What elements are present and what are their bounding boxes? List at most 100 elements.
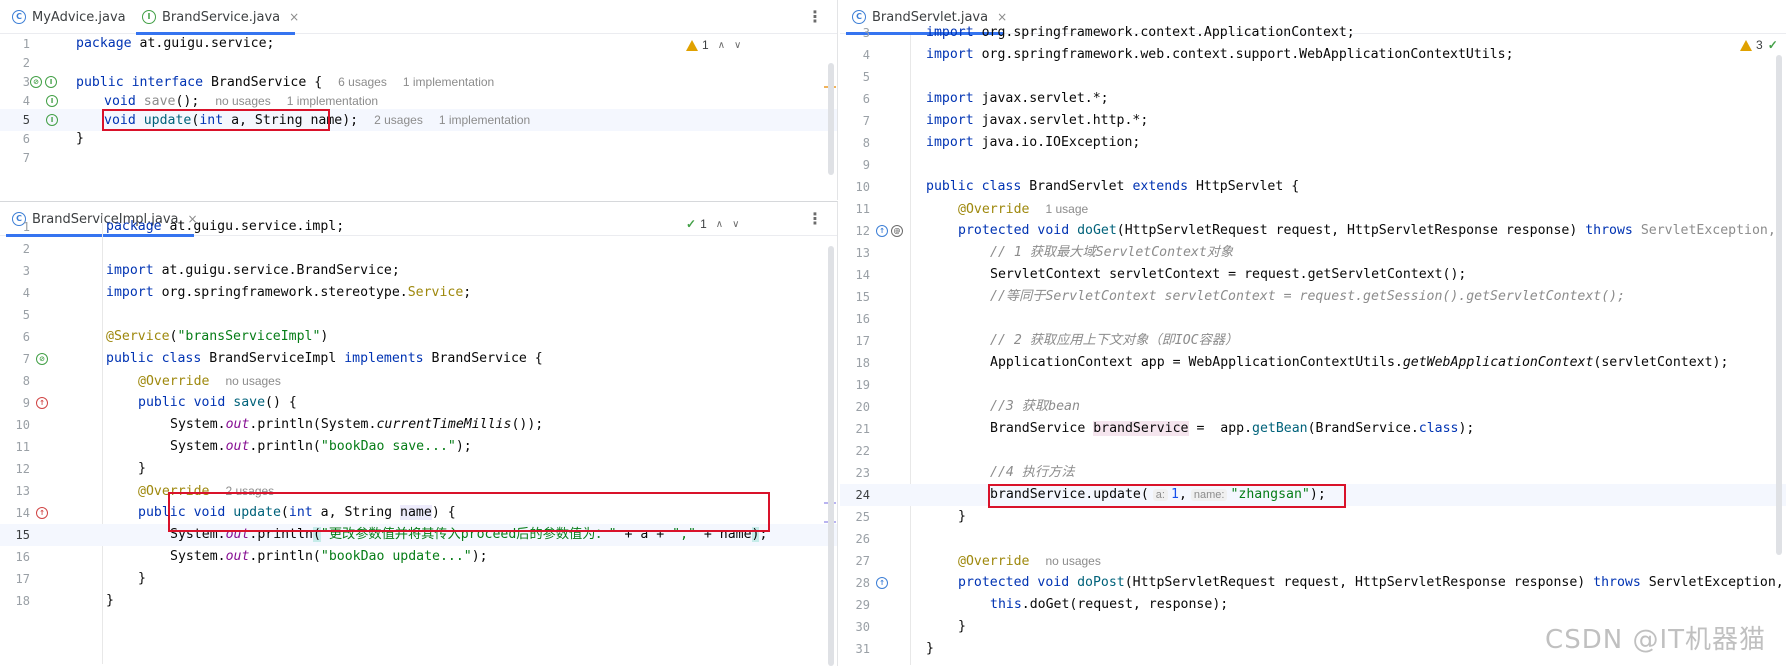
usages-hint[interactable]: 2 usages	[374, 113, 423, 127]
gutter-icons: ↑	[36, 392, 51, 414]
code-text: }	[138, 461, 146, 476]
no-implementation-icon[interactable]: ⊘	[30, 76, 42, 88]
code-line: 2	[0, 238, 837, 260]
code-line: 10 System.out.println(System.currentTime…	[0, 414, 837, 436]
code-line: 14 ↑ public void update(int a, String na…	[0, 502, 837, 524]
code-line: 4 import org.springframework.stereotype.…	[0, 282, 837, 304]
implementations-hint[interactable]: 1 implementation	[439, 113, 530, 127]
tab-brandservice[interactable]: I BrandService.java ×	[130, 0, 299, 35]
close-icon[interactable]: ×	[289, 10, 299, 24]
line-number: 24	[855, 488, 870, 502]
code-text: import java.io.IOException;	[926, 135, 1141, 150]
line-number: 7	[22, 151, 30, 165]
override-icon[interactable]: ↑	[36, 397, 48, 409]
param-hint: name:	[1190, 489, 1228, 501]
usages-hint[interactable]: 1 usage	[1045, 202, 1088, 216]
line-number: 19	[855, 378, 870, 392]
code-line: 17 // 2 获取应用上下文对象（即IOC容器）	[840, 330, 1786, 352]
code-line: 16 System.out.println("bookDao update...…	[0, 546, 837, 568]
usages-hint[interactable]: no usages	[225, 374, 280, 388]
line-number: 5	[862, 70, 870, 84]
code-text: }	[958, 509, 966, 524]
override-icon[interactable]: ↑	[876, 225, 888, 237]
code-line: 5	[0, 304, 837, 326]
line-number: 7	[22, 352, 30, 366]
code-line-current: 15 System.out.println("更改参数值并将其传入proceed…	[0, 524, 837, 546]
code-editor[interactable]: 1 package at.guigu.service.impl; 2 3 imp…	[0, 216, 837, 666]
code-line: 7 ⊘ public class BrandServiceImpl implem…	[0, 348, 837, 370]
code-line: 26	[840, 528, 1786, 550]
code-line: 3 import at.guigu.service.BrandService;	[0, 260, 837, 282]
code-comment: //4 执行方法	[990, 465, 1075, 480]
code-text: }	[958, 619, 966, 634]
code-line: 7 import javax.servlet.http.*;	[840, 110, 1786, 132]
code-comment: //等同于ServletContext servletContext = req…	[990, 289, 1626, 304]
implemented-icon[interactable]: I	[46, 95, 58, 107]
code-text: this.doGet(request, response);	[990, 597, 1229, 612]
code-editor[interactable]: 1 package at.guigu.service; 2 3 ⊘ I publ…	[0, 35, 837, 200]
line-number: 16	[15, 550, 30, 564]
code-line: 8 import java.io.IOException;	[840, 132, 1786, 154]
line-number: 3	[22, 264, 30, 278]
code-line: 20 //3 获取bean	[840, 396, 1786, 418]
code-text: }	[106, 593, 114, 608]
tab-myadvice[interactable]: C MyAdvice.java	[0, 0, 126, 34]
implemented-icon[interactable]: I	[46, 114, 58, 126]
watermark: CSDN @IT机器猫	[1545, 625, 1766, 655]
code-comment: //3 获取bean	[990, 399, 1080, 414]
line-number: 8	[862, 136, 870, 150]
code-text: System.out.println("bookDao update...");	[170, 549, 488, 564]
code-text: import at.guigu.service.BrandService;	[106, 263, 400, 278]
implementations-hint[interactable]: 1 implementation	[287, 94, 378, 108]
code-line: 12 }	[0, 458, 837, 480]
line-number: 17	[855, 334, 870, 348]
line-number: 29	[855, 598, 870, 612]
code-line: 11 @Override 1 usage	[840, 198, 1786, 220]
gutter-icons: ⊘	[36, 348, 51, 370]
vertical-scrollbar[interactable]	[1776, 55, 1782, 555]
code-line: 13 @Override 2 usages	[0, 480, 837, 502]
code-line: 10 public class BrandServlet extends Htt…	[840, 176, 1786, 198]
implemented-icon[interactable]: I	[45, 76, 57, 88]
code-line: 16	[840, 308, 1786, 330]
code-line: 9 ↑ public void save() {	[0, 392, 837, 414]
vertical-scrollbar[interactable]	[828, 246, 834, 666]
tab-bar: C MyAdvice.java I BrandService.java × ⋮	[0, 0, 837, 35]
code-text: @Service("bransServiceImpl")	[106, 329, 329, 344]
usages-hint[interactable]: 6 usages	[338, 75, 387, 89]
no-implementation-icon[interactable]: ⊘	[36, 353, 48, 365]
line-number: 8	[22, 374, 30, 388]
line-number: 3	[862, 26, 870, 40]
usages-hint[interactable]: no usages	[215, 94, 270, 108]
override-icon[interactable]: ↑	[36, 507, 48, 519]
at-icon[interactable]: @	[891, 225, 903, 237]
code-text: import javax.servlet.http.*;	[926, 113, 1149, 128]
line-number: 11	[15, 440, 30, 454]
code-text: System.out.println("bookDao save...");	[170, 439, 472, 454]
code-text: import org.springframework.web.context.s…	[926, 47, 1514, 62]
class-icon: C	[12, 10, 26, 24]
line-number: 26	[855, 532, 870, 546]
implementations-hint[interactable]: 1 implementation	[403, 75, 494, 89]
code-line: 19	[840, 374, 1786, 396]
line-number: 9	[22, 396, 30, 410]
code-text: public void update(int a, String name) {	[138, 505, 456, 520]
code-text: @Override no usages	[138, 374, 281, 389]
code-line: 6 @Service("bransServiceImpl")	[0, 326, 837, 348]
more-options-icon[interactable]: ⋮	[807, 7, 823, 26]
usages-hint[interactable]: no usages	[1045, 554, 1100, 568]
code-text: public class BrandServiceImpl implements…	[106, 351, 543, 366]
usages-hint[interactable]: 2 usages	[225, 484, 274, 498]
code-line-current: 24 brandService.update(a: 1, name: "zhangsa…	[840, 484, 1786, 506]
code-line: 22	[840, 440, 1786, 462]
override-icon[interactable]: ↑	[876, 577, 888, 589]
vertical-scrollbar[interactable]	[828, 63, 834, 175]
code-line: 1 package at.guigu.service.impl;	[0, 216, 837, 238]
code-line: 18 ApplicationContext app = WebApplicati…	[840, 352, 1786, 374]
line-number: 13	[855, 246, 870, 260]
code-comment: // 1 获取最大域ServletContext对象	[990, 245, 1234, 260]
line-number: 14	[855, 268, 870, 282]
code-editor[interactable]: 3 import org.springframework.context.App…	[840, 25, 1786, 666]
code-text: import org.springframework.stereotype.Se…	[106, 285, 472, 300]
code-line: 13 // 1 获取最大域ServletContext对象	[840, 242, 1786, 264]
